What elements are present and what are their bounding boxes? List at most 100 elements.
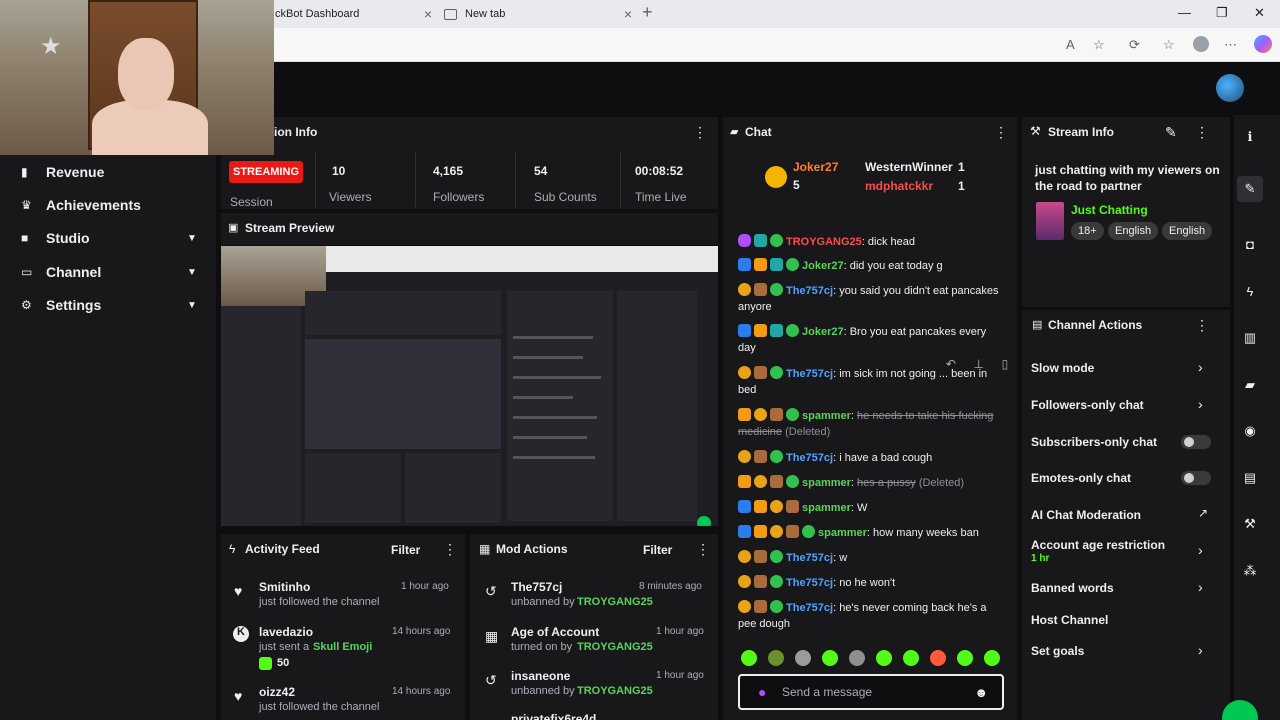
favorites-icon[interactable]: ☆ [1163,37,1175,53]
slow-mode-label[interactable]: Slow mode [1031,361,1094,375]
chat-message[interactable]: The757cj: w [738,550,1003,566]
microphone-icon[interactable]: ● [758,684,766,700]
chevron-right-icon[interactable]: › [1198,579,1203,595]
chevron-right-icon[interactable]: › [1198,396,1203,412]
close-icon[interactable]: × [424,6,432,22]
more-vertical-icon[interactable]: ⋮ [696,541,710,558]
chat-username[interactable]: The757cj [786,602,833,614]
top-chatter-name[interactable]: mdphatckkr [865,179,933,193]
chat-username[interactable]: TROYGANG25 [786,236,862,248]
emote-icon[interactable] [849,650,865,666]
chat-username[interactable]: The757cj [786,552,833,564]
chat-message[interactable]: spammer: hes a pussy (Deleted) [738,475,1003,491]
chevron-right-icon[interactable]: › [1198,542,1203,558]
banned-words-label[interactable]: Banned words [1031,581,1114,595]
trash-icon[interactable]: ▯ [1002,357,1009,371]
chat-username[interactable]: spammer [802,477,851,489]
chevron-right-icon[interactable]: › [1198,642,1203,658]
sidebar-item-achievements[interactable]: ♛ Achievements [0,190,216,220]
top-chatter-name[interactable]: Joker27 [793,160,838,174]
clip-icon[interactable]: ◘ [1242,237,1258,253]
pin-icon[interactable]: ⊥ [974,357,984,371]
chat-username[interactable]: Joker27 [802,260,844,272]
sidebar-item-settings[interactable]: ⚙ Settings ▼ [0,290,216,320]
chat-message[interactable]: Joker27: Bro you eat pancakes every day [738,324,1003,356]
chat-username[interactable]: Joker27 [802,326,844,338]
sidebar-item-channel[interactable]: ▭ Channel ▼ [0,257,216,287]
filter-button[interactable]: Filter [391,543,420,557]
chat-message[interactable]: The757cj: no he won't [738,575,1003,591]
more-vertical-icon[interactable]: ⋮ [693,124,707,141]
more-vertical-icon[interactable]: ⋮ [443,541,457,558]
tab-dashboard[interactable]: ckBot Dashboard × [275,2,432,26]
chat-message[interactable]: The757cj: i have a bad cough [738,450,1003,466]
chat-username[interactable]: The757cj [786,368,833,380]
chat-message[interactable]: The757cj: he's never coming back he's a … [738,600,1003,632]
emote-icon[interactable] [984,650,1000,666]
followers-only-label[interactable]: Followers-only chat [1031,398,1144,412]
more-vertical-icon[interactable]: ⋮ [994,124,1008,141]
emote-icon[interactable] [795,650,811,666]
filter-button[interactable]: Filter [643,543,672,557]
mod-target[interactable]: The757cj [511,580,562,594]
edit-icon[interactable]: ✎ [1237,176,1263,202]
chat-username[interactable]: The757cj [786,577,833,589]
subscribers-only-toggle[interactable] [1181,435,1211,449]
chat-message[interactable]: TROYGANG25: dick head [738,234,1003,250]
maximize-button[interactable]: ❐ [1216,5,1228,21]
emote-icon[interactable] [930,650,946,666]
chat-username[interactable]: The757cj [786,285,833,297]
sidebar-item-studio[interactable]: ■ Studio ▼ [0,223,216,253]
chat-username[interactable]: spammer [802,502,851,514]
emoji-icon[interactable]: ☻ [974,685,988,700]
feed-user[interactable]: Smitinho [259,580,310,594]
emote-icon[interactable] [768,650,784,666]
chat-messages[interactable]: TROYGANG25: dick head Joker27: did you e… [723,210,1017,640]
mod-by[interactable]: TROYGANG25 [577,596,653,608]
new-tab-button[interactable]: + [642,2,653,23]
close-window-button[interactable]: ✕ [1254,5,1265,21]
more-vertical-icon[interactable]: ⋮ [1195,317,1209,334]
chat-message[interactable]: spammer: he needs to take his fucking me… [738,408,1003,440]
more-vertical-icon[interactable]: ⋮ [1195,124,1209,141]
mod-by[interactable]: TROYGANG25 [577,685,653,697]
chat-username[interactable]: The757cj [786,452,833,464]
info-icon[interactable]: ℹ [1242,129,1258,145]
category-thumbnail[interactable] [1036,202,1064,240]
nodes-icon[interactable]: ⁂ [1242,563,1258,579]
chevron-right-icon[interactable]: › [1198,359,1203,375]
layout-icon[interactable]: ▤ [1242,470,1258,486]
copilot-icon[interactable] [1254,35,1272,53]
ai-moderation-label[interactable]: AI Chat Moderation [1031,508,1141,522]
mod-target[interactable]: privatefix6re4d [511,712,596,720]
notes-icon[interactable]: ▥ [1242,330,1258,346]
feed-user[interactable]: lavedazio [259,625,313,639]
top-chatter-name[interactable]: WesternWinner [865,160,953,174]
emote-icon[interactable] [876,650,892,666]
account-age-label[interactable]: Account age restriction [1031,538,1165,552]
emote-icon[interactable] [741,650,757,666]
chat-message[interactable]: The757cj: you said you didn't eat pancak… [738,283,1003,315]
mod-target[interactable]: insaneone [511,669,570,683]
tab-new[interactable]: New tab × [442,2,632,26]
lightning-icon[interactable]: ϟ [1242,284,1258,300]
category-name[interactable]: Just Chatting [1071,203,1148,217]
read-aloud-icon[interactable]: A [1066,37,1075,52]
user-avatar[interactable] [1216,74,1244,102]
external-link-icon[interactable]: ↗ [1198,506,1208,520]
chat-input[interactable]: ● Send a message ☻ [738,674,1004,710]
sidebar-item-revenue[interactable]: ▮ Revenue [0,157,216,187]
profile-avatar[interactable] [1193,36,1209,52]
chat-message[interactable]: spammer: how many weeks ban [738,525,1003,541]
chat-username[interactable]: spammer [802,410,851,422]
host-channel-label[interactable]: Host Channel [1031,613,1108,627]
refresh-icon[interactable]: ⟳ [1129,37,1140,53]
reply-icon[interactable]: ↶ [946,357,956,371]
chat-icon[interactable]: ▰ [1242,377,1258,393]
more-icon[interactable]: ⋯ [1224,37,1237,53]
chat-message[interactable]: spammer: W [738,500,1003,516]
chat-username[interactable]: spammer [818,527,867,539]
chat-message[interactable]: Joker27: did you eat today g [738,258,1003,274]
close-icon[interactable]: × [624,6,632,22]
minimize-button[interactable]: — [1178,5,1191,20]
